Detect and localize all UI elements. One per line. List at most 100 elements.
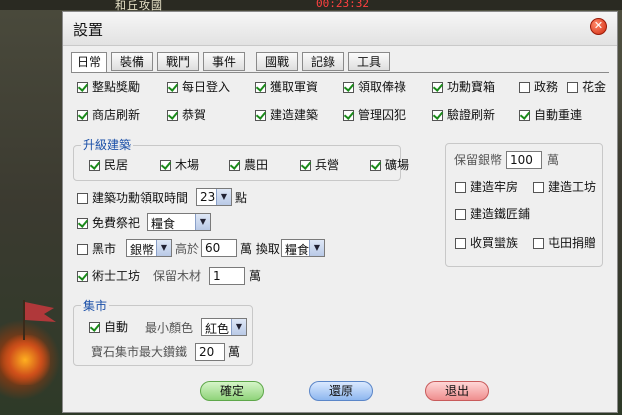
checkbox-black-market[interactable]: 黑市 [77, 241, 116, 257]
checkbox-build-smithy[interactable]: 建造鐵匠鋪 [455, 206, 530, 222]
checkbox-congratulate[interactable]: 恭賀 [167, 107, 206, 123]
market-min-color-select[interactable]: 紅色 ▼ [201, 318, 247, 336]
checkbox-box[interactable] [455, 238, 466, 249]
checkbox-daily-login[interactable]: 每日登入 [167, 79, 230, 95]
confirm-button[interactable]: 確定 [200, 381, 264, 401]
tab-battle[interactable]: 戰鬥 [157, 52, 199, 71]
game-timer: 00:23:32 [316, 0, 369, 10]
chevron-down-icon[interactable]: ▼ [309, 240, 324, 256]
checkbox-box[interactable] [519, 110, 530, 121]
tab-nation-war[interactable]: 國戰 [256, 52, 298, 71]
flag-icon [23, 300, 56, 340]
checkbox-box[interactable] [77, 244, 88, 255]
workshop-keep-wood-input[interactable]: 1 [209, 267, 245, 285]
checkbox-upgrade-barracks[interactable]: 兵營 [300, 157, 339, 173]
checkbox-military-supplies[interactable]: 獲取軍資 [255, 79, 318, 95]
checkbox-box[interactable] [432, 110, 443, 121]
checkbox-build-reward-time[interactable]: 建築功勳領取時間 [77, 190, 188, 206]
checkbox-box[interactable] [77, 218, 88, 229]
checkbox-merit-chest[interactable]: 功勳寶箱 [432, 79, 495, 95]
checkbox-build-workshop[interactable]: 建造工坊 [533, 179, 596, 195]
checkbox-box[interactable] [229, 160, 240, 171]
keep-silver-label: 保留銀幣 [454, 153, 503, 167]
tab-tools[interactable]: 工具 [348, 52, 390, 71]
checkbox-box[interactable] [77, 110, 88, 121]
market-gem-max-label: 寶石集市最大鑽鐵 [91, 345, 188, 359]
checkbox-box[interactable] [167, 82, 178, 93]
black-market-item-select[interactable]: 銀幣 ▼ [126, 239, 172, 257]
fire-effect [0, 335, 50, 385]
build-reward-unit: 點 [235, 191, 248, 205]
checkbox-box[interactable] [343, 110, 354, 121]
market-min-color-label: 最小顏色 [145, 321, 194, 335]
checkbox-box[interactable] [567, 82, 578, 93]
exit-button[interactable]: 退出 [425, 381, 489, 401]
checkbox-auto-reconnect[interactable]: 自動重連 [519, 107, 582, 123]
tab-daily[interactable]: 日常 [71, 52, 107, 73]
checkbox-sorcerer-workshop[interactable]: 術士工坊 [77, 268, 140, 284]
checkbox-box[interactable] [89, 160, 100, 171]
tab-events[interactable]: 事件 [203, 52, 245, 71]
checkbox-box[interactable] [255, 110, 266, 121]
chevron-down-icon[interactable]: ▼ [231, 319, 246, 335]
workshop-keep-wood-label: 保留木材 [153, 269, 202, 283]
checkbox-box[interactable] [77, 82, 88, 93]
upgrade-buildings-legend: 升級建築 [81, 136, 134, 153]
tab-equipment[interactable]: 裝備 [111, 52, 153, 71]
checkbox-salary[interactable]: 領取俸祿 [343, 79, 406, 95]
market-gem-unit: 萬 [228, 345, 241, 359]
chevron-down-icon[interactable]: ▼ [195, 214, 210, 230]
game-top-bar: 和丘攻國 00:23:32 [0, 0, 622, 12]
black-market-above-label: 高於 [175, 242, 200, 256]
dialog-title-bar[interactable]: 設置 ✕ [63, 12, 617, 46]
dialog-title: 設置 [73, 21, 104, 39]
checkbox-verify-refresh[interactable]: 驗證刷新 [432, 107, 495, 123]
checkbox-box[interactable] [300, 160, 311, 171]
checkbox-box[interactable] [533, 182, 544, 193]
market-legend: 集市 [81, 297, 110, 314]
checkbox-box[interactable] [343, 82, 354, 93]
checkbox-hourly-reward[interactable]: 整點獎勵 [77, 79, 140, 95]
market-gem-max-input[interactable]: 20 [195, 343, 225, 361]
checkbox-build-buildings[interactable]: 建造建築 [255, 107, 318, 123]
sacrifice-type-select[interactable]: 糧食 ▼ [147, 213, 211, 231]
keep-silver-unit: 萬 [547, 153, 560, 167]
restore-button[interactable]: 還原 [309, 381, 373, 401]
build-reward-hour-select[interactable]: 23 ▼ [196, 188, 232, 206]
black-market-exchange-label: 萬 換取 [240, 242, 280, 256]
tab-records[interactable]: 記錄 [302, 52, 344, 71]
keep-silver-input[interactable]: 100 [506, 151, 542, 169]
checkbox-box[interactable] [370, 160, 381, 171]
checkbox-manage-prisoners[interactable]: 管理囚犯 [343, 107, 406, 123]
checkbox-build-prison[interactable]: 建造牢房 [455, 179, 518, 195]
checkbox-free-sacrifice[interactable]: 免費祭祀 [77, 215, 140, 231]
checkbox-upgrade-mine[interactable]: 礦場 [370, 157, 409, 173]
checkbox-box[interactable] [519, 82, 530, 93]
checkbox-box[interactable] [533, 238, 544, 249]
checkbox-upgrade-houses[interactable]: 民居 [89, 157, 128, 173]
checkbox-market-auto[interactable]: 自動 [89, 319, 128, 335]
black-market-target-select[interactable]: 糧食 ▼ [281, 239, 325, 257]
checkbox-box[interactable] [432, 82, 443, 93]
close-icon: ✕ [593, 19, 604, 32]
checkbox-box[interactable] [89, 322, 100, 333]
checkbox-box[interactable] [167, 110, 178, 121]
chevron-down-icon[interactable]: ▼ [216, 189, 231, 205]
checkbox-upgrade-lumberyard[interactable]: 木場 [160, 157, 199, 173]
checkbox-box[interactable] [255, 82, 266, 93]
checkbox-spend-gold[interactable]: 花金 [567, 79, 606, 95]
checkbox-upgrade-farm[interactable]: 農田 [229, 157, 268, 173]
checkbox-bribe-barbarians[interactable]: 收買蠻族 [455, 235, 518, 251]
checkbox-box[interactable] [77, 271, 88, 282]
checkbox-box[interactable] [455, 182, 466, 193]
checkbox-government[interactable]: 政務 [519, 79, 558, 95]
settings-dialog: 設置 ✕ 日常 裝備 戰鬥 事件 國戰 記錄 工具 整點獎勵 每日登入 獲取軍資… [62, 11, 618, 413]
checkbox-box[interactable] [160, 160, 171, 171]
checkbox-box[interactable] [455, 209, 466, 220]
chevron-down-icon[interactable]: ▼ [156, 240, 171, 256]
black-market-above-input[interactable]: 60 [201, 239, 237, 257]
close-button[interactable]: ✕ [590, 18, 607, 35]
checkbox-shop-refresh[interactable]: 商店刷新 [77, 107, 140, 123]
checkbox-farm-donation[interactable]: 屯田捐贈 [533, 235, 596, 251]
checkbox-box[interactable] [77, 193, 88, 204]
